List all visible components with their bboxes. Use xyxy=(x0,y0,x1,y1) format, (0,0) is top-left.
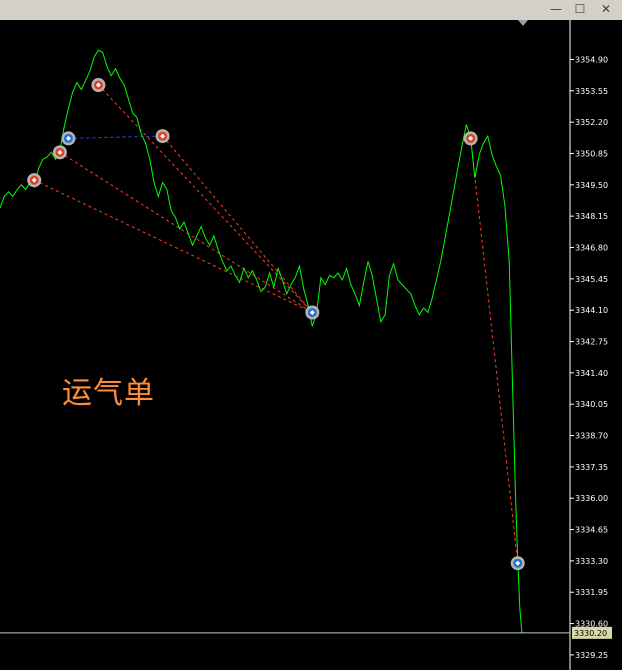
tick-label: 3334.65 xyxy=(575,526,608,535)
tick-label: 3329.25 xyxy=(575,651,608,660)
tick-label: 3340.05 xyxy=(575,400,608,409)
tick-label: 3352.20 xyxy=(575,118,608,127)
tick-label: 3354.90 xyxy=(575,55,608,64)
tick-label: 3331.95 xyxy=(575,588,608,597)
tick-label: 3341.40 xyxy=(575,369,608,378)
tick-label: 3333.30 xyxy=(575,557,608,566)
tick-label: 3353.55 xyxy=(575,87,608,96)
tick-label: 3337.35 xyxy=(575,463,608,472)
tick-label: 3348.15 xyxy=(575,212,608,221)
current-price-label: 3330.20 xyxy=(574,629,607,638)
tick-label: 3344.10 xyxy=(575,306,608,315)
tick-label: 3345.45 xyxy=(575,275,608,284)
tick-label: 3336.00 xyxy=(575,494,608,503)
chart-background xyxy=(0,20,622,670)
tick-label: 3349.50 xyxy=(575,181,608,190)
close-icon[interactable]: ✕ xyxy=(598,1,614,17)
maximize-icon[interactable]: ☐ xyxy=(572,1,588,17)
chart-annotation: 运气单 xyxy=(62,376,155,411)
minimize-icon[interactable]: — xyxy=(548,1,564,17)
window-titlebar: — ☐ ✕ xyxy=(0,0,622,20)
tick-label: 3338.70 xyxy=(575,432,608,441)
tick-label: 3342.75 xyxy=(575,338,608,347)
tick-label: 3346.80 xyxy=(575,244,608,253)
price-chart[interactable]: 3354.90 3353.55 3352.20 3350.85 3349.50 3348.… xyxy=(0,20,622,670)
tick-label: 3350.85 xyxy=(575,149,608,158)
